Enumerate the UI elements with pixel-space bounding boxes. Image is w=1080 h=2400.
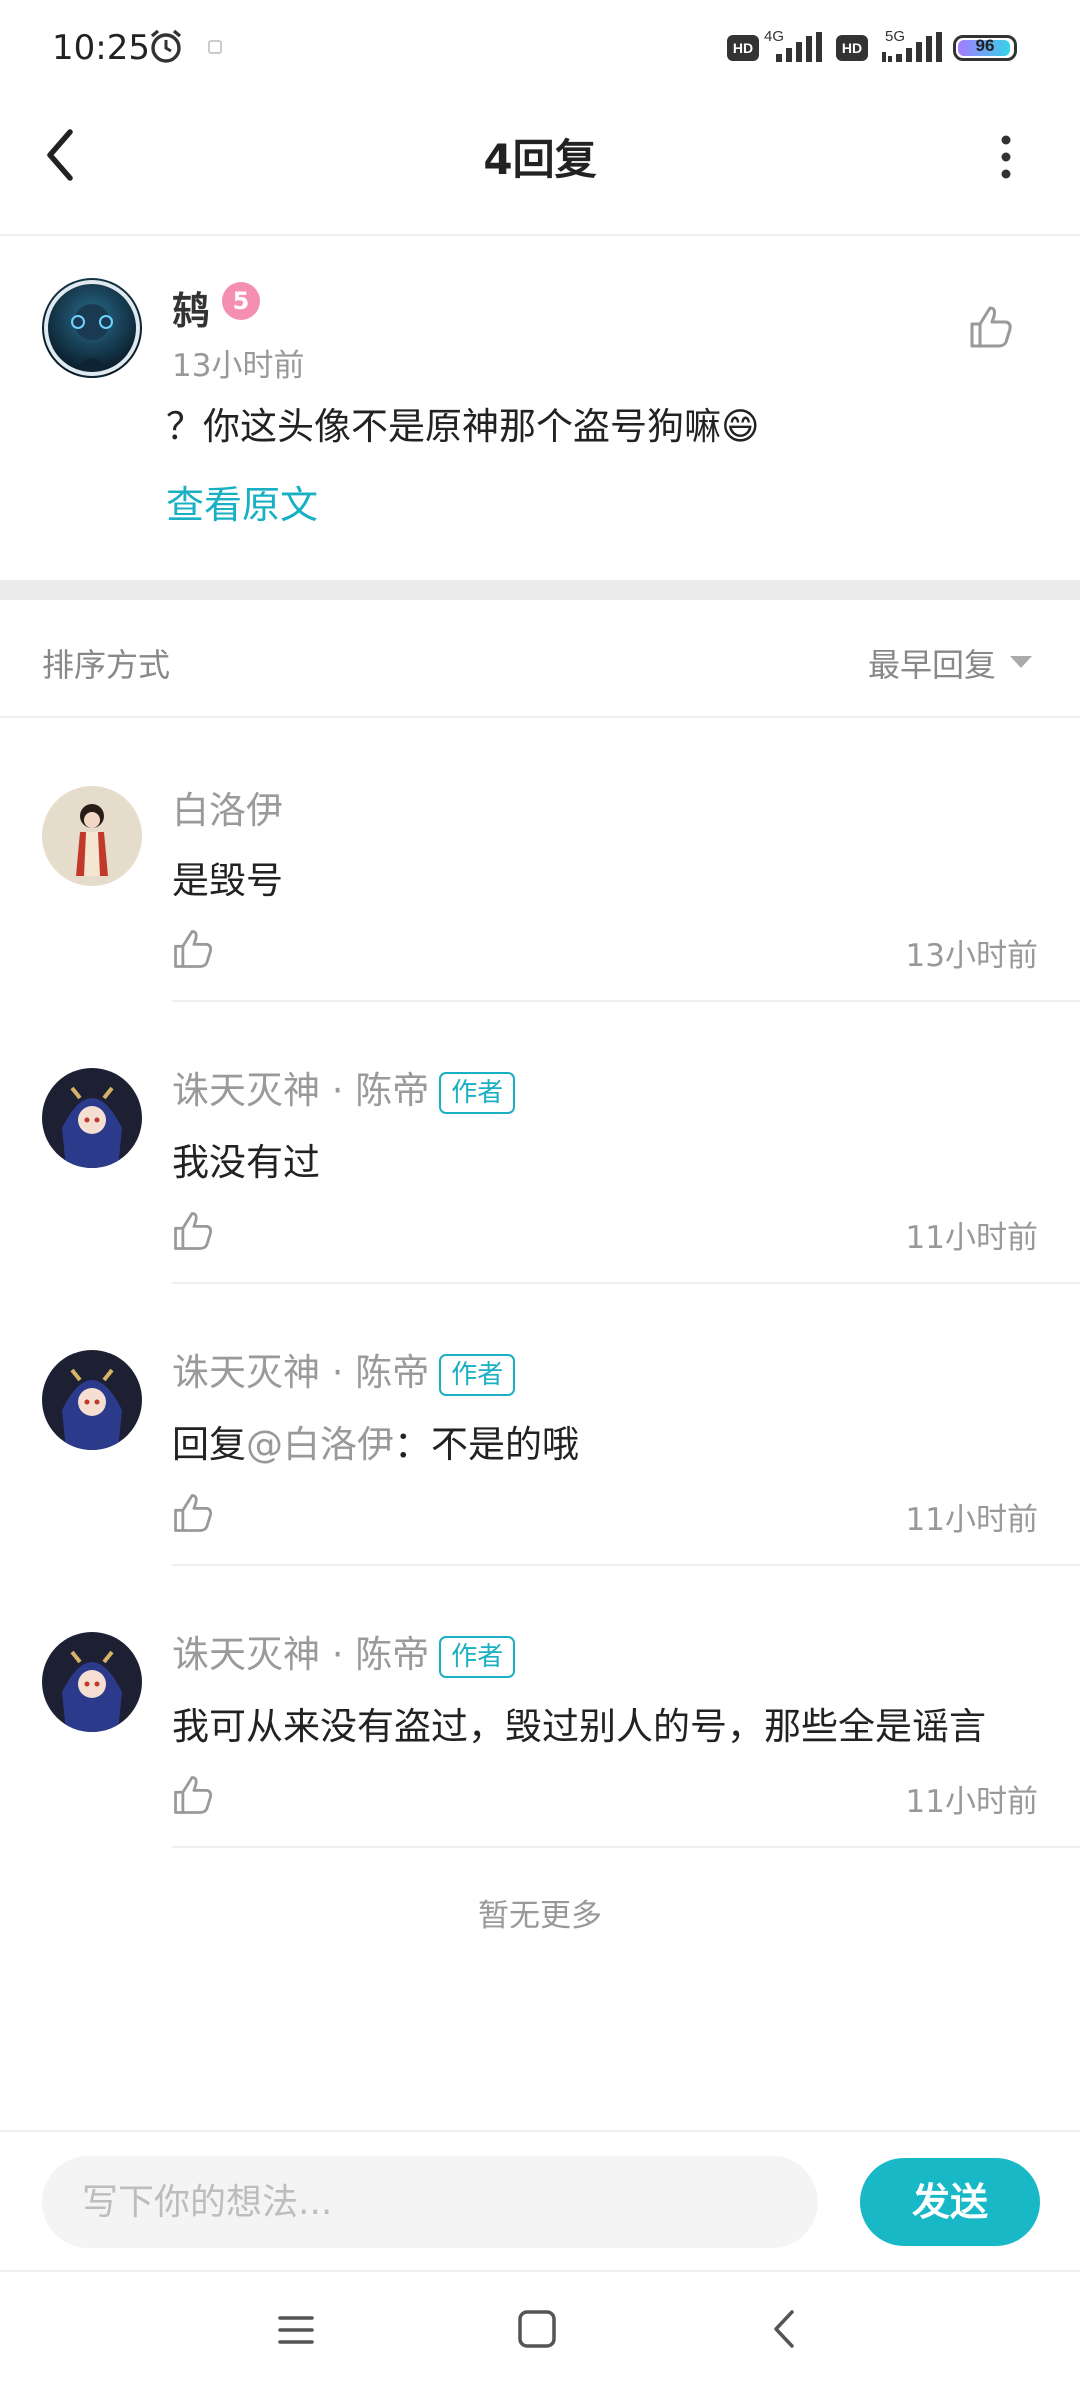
reply-author-text[interactable]: 诛天灭神 · 陈帝: [172, 1069, 429, 1112]
section-separator: [0, 580, 1080, 600]
battery-icon: 96: [953, 35, 1017, 61]
sort-dropdown[interactable]: 最早回复: [868, 640, 996, 686]
status-bar: 10:25 HD 4G HD 5G 96: [0, 0, 1080, 96]
reply-content: 我没有过: [172, 1141, 320, 1184]
battery-level: 96: [975, 36, 995, 55]
page-title: 4回复: [483, 135, 597, 184]
home-icon[interactable]: [514, 2306, 560, 2352]
hd-icon-2: HD: [836, 35, 868, 61]
divider: [0, 716, 1080, 718]
op-content: ？你这头像不是原神那个盗号狗嘛😄: [166, 405, 760, 448]
divider: [172, 1564, 1080, 1566]
reply-avatar[interactable]: [42, 1350, 142, 1450]
status-time: 10:25: [52, 28, 150, 68]
op-avatar[interactable]: [42, 278, 142, 378]
level-badge: 5: [222, 282, 260, 320]
reply-author-name[interactable]: 诛天灭神 · 陈帝 作者: [172, 1342, 516, 1396]
thumbs-up-icon[interactable]: [966, 302, 1016, 352]
op-timestamp: 13小时前: [172, 348, 305, 384]
reply-author-name[interactable]: 诛天灭神 · 陈帝 作者: [172, 1060, 516, 1114]
reply-timestamp: 11小时前: [905, 1220, 1038, 1256]
reply-author-name[interactable]: 诛天灭神 · 陈帝 作者: [172, 1624, 516, 1678]
author-badge: 作者: [439, 1353, 516, 1396]
thumbs-up-icon[interactable]: [170, 1490, 216, 1536]
reply-text: ：不是的哦: [394, 1423, 579, 1466]
chevron-down-icon[interactable]: [1010, 656, 1032, 668]
notification-icon: [208, 40, 222, 54]
menu-icon[interactable]: [276, 2310, 316, 2350]
divider: [172, 1282, 1080, 1284]
reply-content: 我可从来没有盗过，毁过别人的号，那些全是谣言: [172, 1705, 986, 1748]
thumbs-up-icon[interactable]: [170, 926, 216, 972]
reply-content: 是毁号: [172, 859, 283, 902]
reply-author-text[interactable]: 白洛伊: [172, 789, 283, 832]
reply-author-name[interactable]: 白洛伊: [172, 780, 283, 834]
op-author-name[interactable]: 鸫: [172, 280, 210, 335]
thumbs-up-icon[interactable]: [170, 1772, 216, 1818]
reply-timestamp: 13小时前: [905, 938, 1038, 974]
back-button[interactable]: [34, 122, 90, 188]
send-button[interactable]: 发送: [860, 2158, 1040, 2246]
more-options-button[interactable]: [984, 132, 1028, 182]
reply-timestamp: 11小时前: [905, 1502, 1038, 1538]
reply-prefix: 回复: [172, 1423, 246, 1466]
author-badge: 作者: [439, 1635, 516, 1678]
divider: [0, 234, 1080, 236]
reply-author-text[interactable]: 诛天灭神 · 陈帝: [172, 1633, 429, 1676]
no-more-label: 暂无更多: [478, 1898, 602, 1934]
reply-author-text[interactable]: 诛天灭神 · 陈帝: [172, 1351, 429, 1394]
reply-content: 回复@白洛伊：不是的哦: [172, 1414, 579, 1468]
hd-icon: HD: [727, 35, 759, 61]
sort-label: 排序方式: [42, 646, 171, 684]
reply-avatar[interactable]: [42, 786, 142, 886]
comment-input[interactable]: [42, 2156, 818, 2248]
alarm-icon: [150, 29, 182, 63]
divider: [0, 2130, 1080, 2132]
view-original-link[interactable]: 查看原文: [166, 474, 318, 529]
signal-icon-2: [882, 32, 942, 62]
reply-avatar[interactable]: [42, 1632, 142, 1732]
mention-link[interactable]: @白洛伊: [246, 1423, 394, 1466]
thumbs-up-icon[interactable]: [170, 1208, 216, 1254]
divider: [0, 2270, 1080, 2272]
divider: [172, 1846, 1080, 1848]
reply-timestamp: 11小时前: [905, 1784, 1038, 1820]
back-nav-icon[interactable]: [764, 2306, 804, 2352]
signal-icon: [776, 32, 822, 62]
divider: [172, 1000, 1080, 1002]
reply-avatar[interactable]: [42, 1068, 142, 1168]
author-badge: 作者: [439, 1071, 516, 1114]
